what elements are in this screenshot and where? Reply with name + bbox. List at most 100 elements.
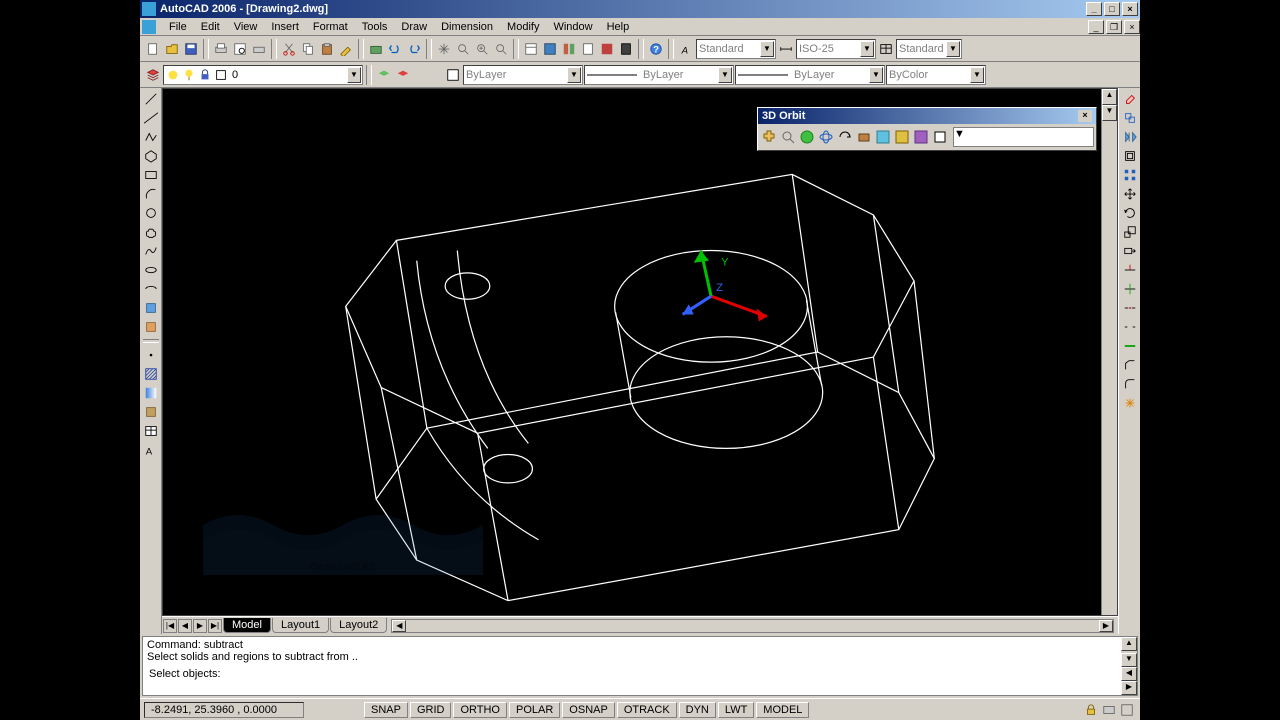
menu-insert[interactable]: Insert bbox=[264, 20, 306, 34]
revcloud-tool[interactable] bbox=[142, 223, 160, 241]
tab-layout2[interactable]: Layout2 bbox=[330, 618, 387, 633]
command-scroll[interactable]: ▲ ▼ ◀ ▶ bbox=[1121, 637, 1137, 695]
menu-format[interactable]: Format bbox=[306, 20, 355, 34]
canvas-vscroll[interactable]: ▲ ▼ bbox=[1101, 89, 1117, 615]
gradient-tool[interactable] bbox=[142, 384, 160, 402]
move-tool[interactable] bbox=[1121, 185, 1139, 203]
layer-previous-button[interactable] bbox=[375, 65, 393, 85]
polyline-tool[interactable] bbox=[142, 128, 160, 146]
ellipse-arc-tool[interactable] bbox=[142, 280, 160, 298]
mirror-tool[interactable] bbox=[1121, 128, 1139, 146]
offset-tool[interactable] bbox=[1121, 147, 1139, 165]
table-style-icon[interactable] bbox=[877, 39, 895, 59]
close-button[interactable]: × bbox=[1122, 2, 1138, 16]
scroll-down-button[interactable]: ▼ bbox=[1102, 105, 1117, 121]
polygon-tool[interactable] bbox=[142, 147, 160, 165]
undo-button[interactable] bbox=[386, 39, 404, 59]
cmd-scroll-left[interactable]: ◀ bbox=[1121, 667, 1137, 681]
sheet-set-button[interactable] bbox=[579, 39, 597, 59]
toggle-snap[interactable]: SNAP bbox=[364, 702, 408, 718]
text-style-icon[interactable]: A bbox=[677, 39, 695, 59]
help-button[interactable]: ? bbox=[647, 39, 665, 59]
toggle-polar[interactable]: POLAR bbox=[509, 702, 560, 718]
color-combo[interactable]: ByLayer▼ bbox=[463, 65, 583, 85]
erase-tool[interactable] bbox=[1121, 90, 1139, 108]
tab-nav-last[interactable]: ▶| bbox=[208, 619, 222, 633]
rotate-tool[interactable] bbox=[1121, 204, 1139, 222]
arc-tool[interactable] bbox=[142, 185, 160, 203]
menu-file[interactable]: File bbox=[162, 20, 194, 34]
tab-model[interactable]: Model bbox=[223, 618, 271, 633]
orbit-3d-button[interactable] bbox=[798, 127, 816, 147]
stretch-tool[interactable] bbox=[1121, 242, 1139, 260]
lineweight-combo[interactable]: ByLayer▼ bbox=[735, 65, 885, 85]
toggle-osnap[interactable]: OSNAP bbox=[562, 702, 615, 718]
plot-button[interactable] bbox=[212, 39, 230, 59]
toggle-lwt[interactable]: LWT bbox=[718, 702, 754, 718]
publish-button[interactable] bbox=[250, 39, 268, 59]
join-tool[interactable] bbox=[1121, 337, 1139, 355]
maximize-button[interactable]: □ bbox=[1104, 2, 1120, 16]
zoom-window-button[interactable] bbox=[473, 39, 491, 59]
toggle-grid[interactable]: GRID bbox=[410, 702, 452, 718]
make-block-tool[interactable] bbox=[142, 318, 160, 336]
point-tool[interactable] bbox=[142, 346, 160, 364]
status-lock-icon[interactable] bbox=[1082, 700, 1100, 720]
tab-nav-next[interactable]: ▶ bbox=[193, 619, 207, 633]
mtext-tool[interactable]: A bbox=[142, 441, 160, 459]
orbit-close-button[interactable]: × bbox=[1078, 110, 1092, 122]
mdi-restore-button[interactable]: ❐ bbox=[1106, 20, 1122, 34]
dim-style-combo[interactable]: ISO-25▼ bbox=[796, 39, 876, 59]
construction-line-tool[interactable] bbox=[142, 109, 160, 127]
toggle-model[interactable]: MODEL bbox=[756, 702, 809, 718]
hscroll-right-button[interactable]: ▶ bbox=[1099, 620, 1113, 632]
minimize-button[interactable]: _ bbox=[1086, 2, 1102, 16]
markup-button[interactable] bbox=[598, 39, 616, 59]
layer-combo[interactable]: 0 ▼ bbox=[163, 65, 363, 85]
line-tool[interactable] bbox=[142, 90, 160, 108]
mdi-close-button[interactable]: × bbox=[1124, 20, 1140, 34]
menu-view[interactable]: View bbox=[227, 20, 265, 34]
plotstyle-combo[interactable]: ByColor▼ bbox=[886, 65, 986, 85]
copy-button[interactable] bbox=[299, 39, 317, 59]
menu-window[interactable]: Window bbox=[546, 20, 599, 34]
orbit-toolbar-title-bar[interactable]: 3D Orbit × bbox=[758, 108, 1096, 124]
extend-tool[interactable] bbox=[1121, 280, 1139, 298]
copy-tool[interactable] bbox=[1121, 109, 1139, 127]
paste-button[interactable] bbox=[318, 39, 336, 59]
fillet-tool[interactable] bbox=[1121, 375, 1139, 393]
orbit-view-combo[interactable]: ▼ bbox=[953, 127, 1094, 147]
array-tool[interactable] bbox=[1121, 166, 1139, 184]
color-control-icon[interactable] bbox=[444, 65, 462, 85]
break-at-point-tool[interactable] bbox=[1121, 299, 1139, 317]
tab-nav-prev[interactable]: ◀ bbox=[178, 619, 192, 633]
canvas-hscroll[interactable]: ◀ ▶ bbox=[391, 619, 1114, 633]
text-style-combo[interactable]: Standard▼ bbox=[696, 39, 776, 59]
design-center-button[interactable] bbox=[541, 39, 559, 59]
orbit-toolbar[interactable]: 3D Orbit × bbox=[757, 107, 1097, 151]
match-properties-button[interactable] bbox=[337, 39, 355, 59]
toggle-ortho[interactable]: ORTHO bbox=[453, 702, 507, 718]
orbit-zoom-button[interactable] bbox=[779, 127, 797, 147]
redo-button[interactable] bbox=[405, 39, 423, 59]
command-window[interactable]: Command: subtract Select solids and regi… bbox=[142, 636, 1138, 696]
table-tool[interactable] bbox=[142, 422, 160, 440]
ellipse-tool[interactable] bbox=[142, 261, 160, 279]
menu-tools[interactable]: Tools bbox=[355, 20, 395, 34]
hatch-tool[interactable] bbox=[142, 365, 160, 383]
tab-nav-first[interactable]: |◀ bbox=[163, 619, 177, 633]
save-button[interactable] bbox=[182, 39, 200, 59]
linetype-combo[interactable]: ByLayer▼ bbox=[584, 65, 734, 85]
plot-preview-button[interactable] bbox=[231, 39, 249, 59]
quickcalc-button[interactable] bbox=[617, 39, 635, 59]
drawing-canvas[interactable]: Y Z OceanofEXE 3D Orbit bbox=[162, 88, 1118, 616]
layer-states-button[interactable] bbox=[394, 65, 412, 85]
tool-palettes-button[interactable] bbox=[560, 39, 578, 59]
orbit-front-clip-button[interactable] bbox=[893, 127, 911, 147]
coordinate-display[interactable]: -8.2491, 25.3960 , 0.0000 bbox=[144, 702, 304, 718]
menu-dimension[interactable]: Dimension bbox=[434, 20, 500, 34]
orbit-view-button[interactable] bbox=[931, 127, 949, 147]
toggle-otrack[interactable]: OTRACK bbox=[617, 702, 677, 718]
cmd-scroll-down[interactable]: ▼ bbox=[1121, 653, 1137, 667]
spline-tool[interactable] bbox=[142, 242, 160, 260]
